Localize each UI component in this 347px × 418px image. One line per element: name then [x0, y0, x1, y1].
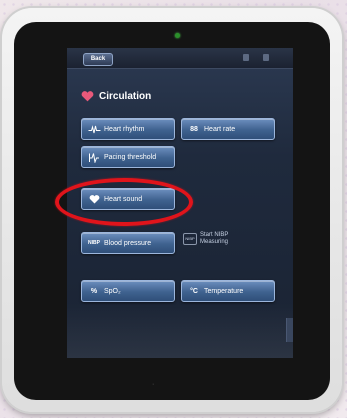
- scroll-tab[interactable]: [286, 318, 293, 342]
- highlight-ellipse: [55, 178, 193, 226]
- back-button[interactable]: Back: [83, 53, 113, 66]
- spo2-button[interactable]: % SpO₂: [81, 280, 175, 302]
- section-header: Circulation: [81, 91, 151, 102]
- start-nibp-label: Start NIBP Measuring: [200, 232, 229, 245]
- blood-pressure-icon: NIBP: [88, 240, 100, 246]
- camera-indicator: [175, 33, 180, 38]
- heart-rhythm-label: Heart rhythm: [104, 125, 145, 133]
- temperature-label: Temperature: [204, 287, 244, 295]
- heart-icon: [81, 91, 94, 102]
- blood-pressure-button[interactable]: NIBP Blood pressure: [81, 232, 175, 254]
- spo2-label: SpO₂: [104, 287, 121, 295]
- ecg-icon: [87, 123, 101, 135]
- heart-rate-button[interactable]: 88 Heart rate: [181, 118, 275, 140]
- screen-glare: [67, 303, 293, 358]
- temperature-button[interactable]: °C Temperature: [181, 280, 275, 302]
- top-bar: Back: [67, 48, 293, 69]
- nibp-icon: NIBP: [183, 233, 197, 245]
- thermometer-icon: °C: [190, 287, 198, 295]
- heart-rhythm-button[interactable]: Heart rhythm: [81, 118, 175, 140]
- start-nibp-block[interactable]: NIBP Start NIBP Measuring: [183, 232, 240, 246]
- battery-icon: [263, 54, 269, 61]
- brand-mark: ·: [152, 381, 155, 388]
- pacing-threshold-label: Pacing threshold: [104, 153, 157, 161]
- spo2-icon: %: [90, 287, 98, 295]
- pacing-icon: [87, 151, 101, 163]
- section-title: Circulation: [99, 91, 152, 102]
- heart-rate-label: Heart rate: [204, 125, 236, 133]
- blood-pressure-label: Blood pressure: [104, 239, 152, 247]
- heart-rate-icon: 88: [190, 125, 198, 133]
- pacing-threshold-button[interactable]: Pacing threshold: [81, 146, 175, 168]
- settings-icon[interactable]: [243, 54, 249, 61]
